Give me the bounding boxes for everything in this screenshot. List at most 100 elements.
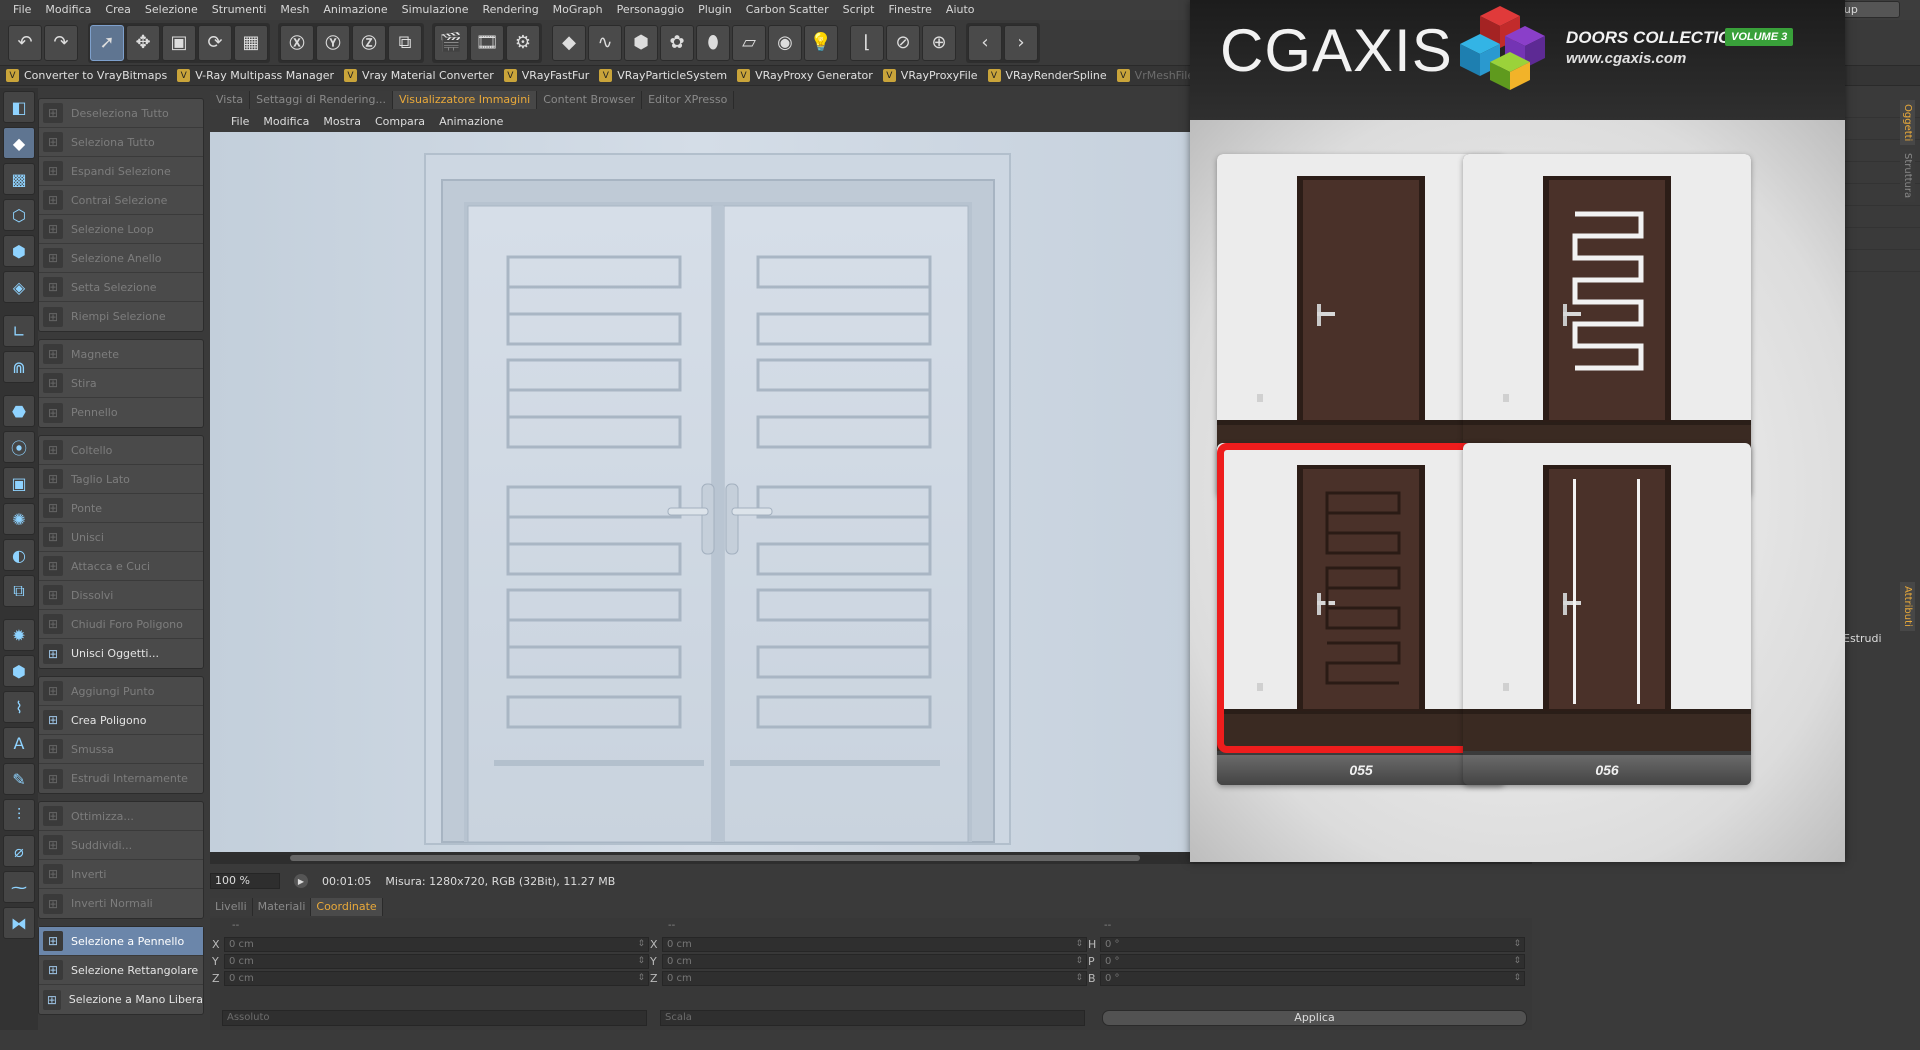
scale-icon[interactable]: ▣: [162, 24, 196, 61]
bevel-icon[interactable]: ✺: [3, 503, 35, 535]
viewport-tab[interactable]: Settaggi di Rendering...: [250, 91, 393, 109]
plugin-button[interactable]: V VRayFastFur: [503, 69, 589, 82]
plugin-button[interactable]: V VRayParticleSystem: [599, 69, 727, 82]
plugin-button[interactable]: V Vray Material Converter: [344, 69, 494, 82]
axis-mode-icon[interactable]: ∟: [3, 315, 35, 347]
move-icon[interactable]: ✥: [126, 24, 160, 61]
command-item[interactable]: ⊞ Crea Poligono: [39, 706, 203, 735]
play-icon[interactable]: ▶: [294, 874, 308, 888]
spline-icon[interactable]: ∿: [588, 24, 622, 61]
command-item[interactable]: ⊞ Selezione a Pennello: [39, 927, 203, 956]
weld-icon[interactable]: ⧉: [3, 575, 35, 607]
knife-icon[interactable]: ⬣: [3, 395, 35, 427]
array-tool-icon[interactable]: ⧓: [3, 907, 35, 939]
snap-mode-icon[interactable]: ⬢: [3, 655, 35, 687]
psr-icon[interactable]: ⊕: [922, 24, 956, 61]
deformer-icon[interactable]: ⬮: [696, 24, 730, 61]
menu-item[interactable]: Modifica: [38, 0, 98, 20]
spline-pen-icon[interactable]: ⁓: [3, 871, 35, 903]
coord-input[interactable]: 0 cm: [662, 970, 1087, 986]
viewer-menu-item[interactable]: File: [224, 115, 256, 128]
menu-item[interactable]: Aiuto: [939, 0, 982, 20]
snap-icon[interactable]: ⊘: [886, 24, 920, 61]
zoom-field[interactable]: 100 %: [210, 873, 280, 889]
plugin-button[interactable]: V VRayProxyFile: [882, 69, 978, 82]
viewport-tab[interactable]: Visualizzatore Immagini: [392, 91, 538, 109]
undo-icon[interactable]: ↶: [8, 24, 42, 61]
hair-icon[interactable]: ⌀: [3, 835, 35, 867]
magnet-icon[interactable]: ⋒: [3, 351, 35, 383]
coord-input[interactable]: 0 °: [1100, 970, 1525, 986]
extrude-icon[interactable]: ▣: [3, 467, 35, 499]
coordinate-system-icon[interactable]: ⧉: [388, 24, 422, 61]
coord-input[interactable]: 0 cm: [224, 953, 649, 969]
scrollbar-thumb[interactable]: [290, 855, 1140, 861]
menu-item[interactable]: Plugin: [691, 0, 739, 20]
tab-attributes[interactable]: Attributi: [1900, 582, 1915, 632]
attribute-tab[interactable]: Coordinate: [311, 898, 383, 916]
coord-scale-select[interactable]: Scala: [660, 1010, 1085, 1026]
render-view[interactable]: [210, 132, 1190, 852]
door-card[interactable]: 056: [1463, 443, 1751, 785]
camera-icon[interactable]: ◉: [768, 24, 802, 61]
x-axis-icon[interactable]: Ⓧ: [280, 24, 314, 61]
menu-item[interactable]: Mesh: [273, 0, 316, 20]
coord-input[interactable]: 0 °: [1100, 936, 1525, 952]
menu-item[interactable]: Crea: [98, 0, 137, 20]
bridge-icon[interactable]: ⦿: [3, 431, 35, 463]
arrow-left-icon[interactable]: ‹: [968, 24, 1002, 61]
viewer-menu-item[interactable]: Mostra: [316, 115, 368, 128]
sculpt-icon[interactable]: ◐: [3, 539, 35, 571]
axis-lock-icon[interactable]: ⌊: [850, 24, 884, 61]
coord-input[interactable]: 0 cm: [224, 936, 649, 952]
object-mode-icon[interactable]: ◆: [3, 127, 35, 159]
viewport-tab[interactable]: Content Browser: [537, 91, 643, 109]
light-icon[interactable]: 💡: [804, 24, 838, 61]
plugin-button[interactable]: V VRayRenderSpline: [987, 69, 1107, 82]
recent-tools-icon[interactable]: ▦: [234, 24, 268, 61]
edges-mode-icon[interactable]: ⬢: [3, 235, 35, 267]
viewer-menu-item[interactable]: Compara: [368, 115, 432, 128]
live-selection-icon[interactable]: ➚: [90, 24, 124, 61]
menu-item[interactable]: File: [6, 0, 38, 20]
command-item[interactable]: ⊞ Selezione Rettangolare: [39, 956, 203, 985]
floor-icon[interactable]: ▱: [732, 24, 766, 61]
viewer-menu-item[interactable]: Modifica: [256, 115, 316, 128]
menu-item[interactable]: Carbon Scatter: [739, 0, 836, 20]
menu-item[interactable]: MoGraph: [546, 0, 610, 20]
stairs-icon[interactable]: ⌇: [3, 691, 35, 723]
render-view-icon[interactable]: 🎬: [434, 24, 468, 61]
paint-icon[interactable]: ✎: [3, 763, 35, 795]
z-axis-icon[interactable]: Ⓩ: [352, 24, 386, 61]
cube-icon[interactable]: ◆: [552, 24, 586, 61]
menu-item[interactable]: Finestre: [882, 0, 939, 20]
door-card[interactable]: 055: [1217, 443, 1505, 785]
texture-mode-icon[interactable]: ▩: [3, 163, 35, 195]
attribute-tab[interactable]: Materiali: [252, 898, 312, 916]
menu-item[interactable]: Strumenti: [205, 0, 274, 20]
apply-button[interactable]: Applica: [1102, 1010, 1527, 1026]
viewport-tab[interactable]: Vista: [210, 91, 251, 109]
polygons-mode-icon[interactable]: ◈: [3, 271, 35, 303]
menu-item[interactable]: Rendering: [476, 0, 546, 20]
viewer-menu-item[interactable]: Animazione: [432, 115, 510, 128]
menu-item[interactable]: Personaggio: [610, 0, 691, 20]
coord-input[interactable]: 0 cm: [662, 936, 1087, 952]
coord-input[interactable]: 0 cm: [662, 953, 1087, 969]
command-item[interactable]: ⊞ Selezione a Mano Libera: [39, 985, 203, 1014]
redo-icon[interactable]: ↷: [44, 24, 78, 61]
render-picture-viewer-icon[interactable]: 🎞: [470, 24, 504, 61]
arrow-right-icon[interactable]: ›: [1004, 24, 1038, 61]
text-icon[interactable]: A: [3, 727, 35, 759]
array-icon[interactable]: ✿: [660, 24, 694, 61]
tab-structure[interactable]: Struttura: [1900, 149, 1915, 203]
menu-item[interactable]: Script: [836, 0, 882, 20]
attribute-tab[interactable]: Livelli: [210, 898, 253, 916]
workplane-icon[interactable]: ✹: [3, 619, 35, 651]
coord-input[interactable]: 0 cm: [224, 970, 649, 986]
plugin-button[interactable]: V VRayProxy Generator: [737, 69, 873, 82]
coord-input[interactable]: 0 °: [1100, 953, 1525, 969]
viewport-tab[interactable]: Editor XPresso: [642, 91, 735, 109]
command-item[interactable]: ⊞ Unisci Oggetti...: [39, 639, 203, 668]
menu-item[interactable]: Animazione: [316, 0, 394, 20]
